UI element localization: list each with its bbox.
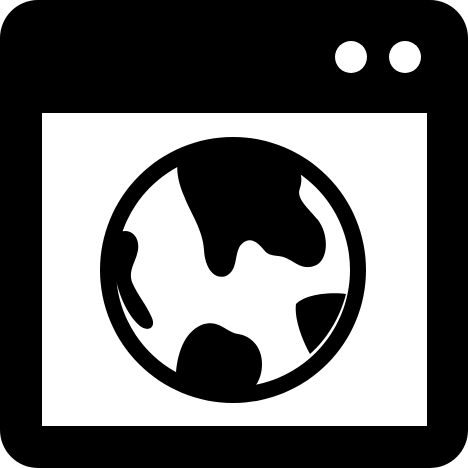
icon-canvas [0, 0, 468, 468]
globe-icon [100, 137, 366, 403]
window-control-dot-2 [389, 41, 421, 73]
window-control-dot-1 [335, 41, 367, 73]
browser-window-globe-icon [0, 0, 468, 468]
